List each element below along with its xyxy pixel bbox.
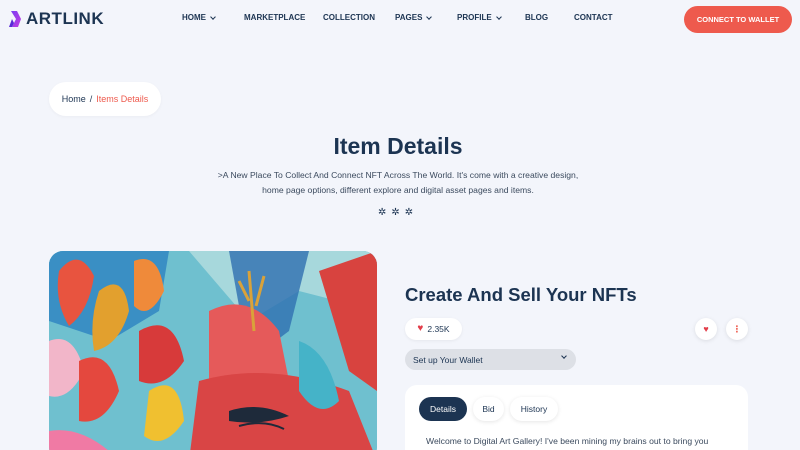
tab-history[interactable]: History	[510, 397, 558, 421]
breadcrumb-separator: /	[89, 94, 93, 104]
nav-item-home[interactable]: HOME	[182, 13, 216, 22]
likes-count: 2.35K	[427, 324, 450, 334]
nft-artwork-image	[49, 251, 377, 450]
item-description: Welcome to Digital Art Gallery! I've bee…	[426, 436, 709, 446]
chevron-down-icon	[495, 13, 502, 20]
nav-label: MARKETPLACE	[244, 13, 306, 22]
more-vertical-icon: ⋮	[732, 323, 742, 334]
nav-label: PROFILE	[457, 13, 492, 22]
nav-item-blog[interactable]: BLOG	[525, 13, 548, 22]
nav-label: CONTACT	[574, 13, 613, 22]
tab-details[interactable]: Details	[419, 397, 467, 421]
heart-icon: ♥	[417, 323, 424, 334]
likes-badge[interactable]: ♥ 2.35K	[405, 318, 462, 340]
nav-label: PAGES	[395, 13, 423, 22]
connect-wallet-button[interactable]: CONNECT TO WALLET	[684, 6, 792, 33]
main-nav: HOME MARKETPLACE COLLECTION PAGES PROFIL…	[0, 13, 800, 27]
nav-item-collection[interactable]: COLLECTION	[323, 13, 375, 22]
gear-icon: ✲	[378, 207, 387, 218]
nav-item-pages[interactable]: PAGES	[395, 13, 433, 22]
breadcrumb-current: Items Details	[96, 94, 149, 104]
subtitle-line: >A New Place To Collect And Connect NFT …	[217, 170, 579, 180]
more-options-button[interactable]: ⋮	[726, 318, 748, 340]
page-subtitle: >A New Place To Collect And Connect NFT …	[200, 168, 596, 198]
breadcrumb-home-link[interactable]: Home	[62, 94, 86, 104]
wallet-select-value: Set up Your Wallet	[413, 354, 483, 365]
favorite-button[interactable]: ♥	[695, 318, 717, 340]
chevron-down-icon	[210, 13, 216, 20]
breadcrumb: Home / Items Details	[49, 82, 161, 116]
tab-bid[interactable]: Bid	[473, 397, 504, 421]
heart-icon: ♥	[703, 324, 709, 334]
subtitle-line: home page options, different explore and…	[262, 185, 534, 195]
chevron-down-icon	[561, 353, 567, 359]
nav-item-profile[interactable]: PROFILE	[457, 13, 502, 22]
page-title: Item Details	[333, 133, 463, 159]
wallet-select[interactable]: Set up Your Wallet	[405, 349, 576, 370]
nav-item-contact[interactable]: CONTACT	[574, 13, 613, 22]
gear-icon: ✲	[391, 207, 400, 218]
nav-label: BLOG	[525, 13, 549, 22]
nav-item-marketplace[interactable]: MARKETPLACE	[244, 13, 305, 22]
chevron-down-icon	[426, 13, 433, 20]
nav-label: COLLECTION	[323, 13, 375, 22]
nav-label: HOME	[182, 13, 206, 22]
decorative-gears: ✲ ✲ ✲	[378, 208, 413, 218]
gear-icon: ✲	[404, 207, 414, 218]
item-title: Create And Sell Your NFTs	[405, 284, 637, 305]
header: ARTLINK HOME MARKETPLACE COLLECTION PAGE…	[0, 0, 800, 40]
artwork-illustration	[49, 251, 377, 450]
